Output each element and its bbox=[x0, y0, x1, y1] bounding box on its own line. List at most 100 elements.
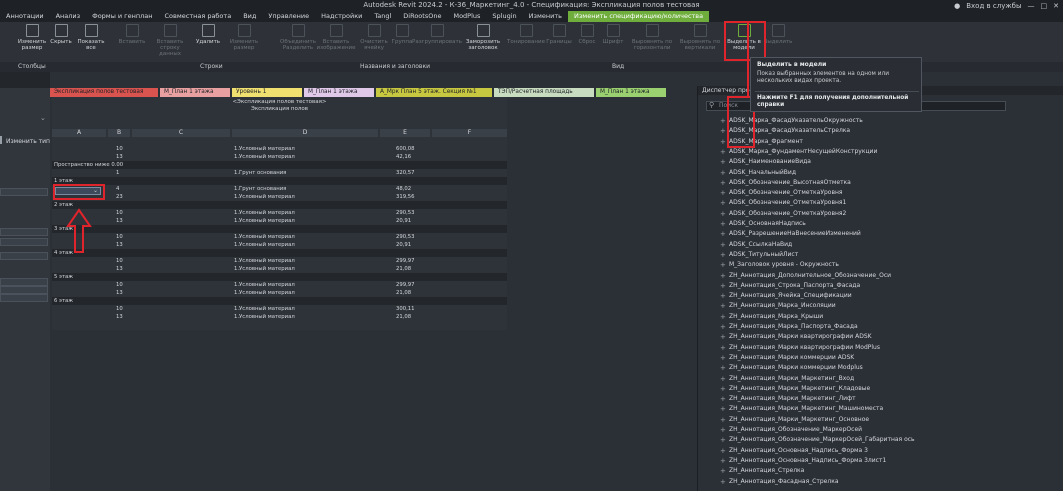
browser-item[interactable]: ZH_Аннотация_Стрелка bbox=[729, 466, 804, 476]
property-field[interactable] bbox=[0, 228, 48, 236]
hide-column-button[interactable]: Скрыть bbox=[48, 24, 74, 62]
expand-icon[interactable]: + bbox=[720, 291, 726, 301]
browser-item[interactable]: ZH_Аннотация_Марка_Крыши bbox=[729, 312, 823, 322]
table-row[interactable]: 13 1.Условный материал 42,16 bbox=[52, 153, 507, 161]
sign-in-button[interactable]: Вход в службы bbox=[966, 2, 1021, 10]
expand-icon[interactable]: + bbox=[720, 312, 726, 322]
edit-type-button[interactable]: Изменить тип bbox=[6, 138, 50, 145]
expand-icon[interactable]: + bbox=[720, 415, 726, 425]
table-row[interactable]: 10 1.Условный материал 290,53 bbox=[52, 233, 507, 241]
browser-item[interactable]: ZH_Аннотация_Марки квартирографии ADSK bbox=[729, 332, 872, 342]
browser-item[interactable]: ADSK_РазрешениеНаВнесениеИзменений bbox=[729, 229, 861, 239]
tab-level-1[interactable]: Уровень 1 bbox=[232, 88, 302, 97]
table-row[interactable]: 10 1.Условный материал 299,97 bbox=[52, 257, 507, 265]
browser-item[interactable]: ZH_Аннотация_Марки_Маркетинг_Лифт bbox=[729, 394, 856, 404]
expand-icon[interactable]: + bbox=[720, 353, 726, 363]
unhide-all-button[interactable]: Показать все bbox=[76, 24, 106, 62]
delete-row-button[interactable]: Удалить bbox=[190, 24, 226, 62]
browser-item[interactable]: ZH_Аннотация_Обозначение_МаркерОсей_Габа… bbox=[729, 435, 915, 445]
expand-icon[interactable]: + bbox=[720, 260, 726, 270]
expand-icon[interactable]: + bbox=[720, 229, 726, 239]
browser-item[interactable]: ADSK_СсылкаНаВид bbox=[729, 240, 792, 250]
browser-item[interactable]: ZH_Аннотация_Марки_Маркетинг_Основное bbox=[729, 415, 869, 425]
font-button[interactable]: Шрифт bbox=[600, 24, 626, 62]
column-f-header[interactable]: F bbox=[432, 129, 507, 137]
resize-row-button[interactable]: Изменить размер bbox=[226, 24, 262, 62]
expand-icon[interactable]: + bbox=[720, 404, 726, 414]
expand-icon[interactable]: + bbox=[720, 137, 726, 147]
property-field[interactable] bbox=[0, 278, 48, 286]
browser-item[interactable]: ZH_Аннотация_Фасадная_Стрелка bbox=[729, 477, 839, 487]
expand-icon[interactable]: + bbox=[720, 374, 726, 384]
expand-icon[interactable]: + bbox=[720, 157, 726, 167]
expand-icon[interactable]: + bbox=[720, 188, 726, 198]
menu-splugin[interactable]: Splugin bbox=[486, 11, 522, 22]
browser-item[interactable]: ADSK_ОсновнаяНадпись bbox=[729, 219, 806, 229]
tab-schedule[interactable]: Экспликация полов тестовая bbox=[50, 88, 158, 97]
expand-icon[interactable]: + bbox=[720, 384, 726, 394]
table-row[interactable]: 10 1.Условный материал 299,97 bbox=[52, 281, 507, 289]
table-row[interactable]: 4 1.Грунт основания 48,02 bbox=[52, 185, 507, 193]
expand-icon[interactable]: + bbox=[720, 466, 726, 476]
expand-icon[interactable]: + bbox=[720, 209, 726, 219]
table-row[interactable]: 13 1.Условный материал 21,08 bbox=[52, 313, 507, 321]
menu-diroots[interactable]: DiRootsOne bbox=[397, 11, 447, 22]
browser-item[interactable]: ADSK_Обозначение_ВысотнаяОтметка bbox=[729, 178, 851, 188]
table-row[interactable]: 1 1.Грунт основания 320,57 bbox=[52, 169, 507, 177]
browser-item[interactable]: ZH_Аннотация_Марка_Паспорта_Фасада bbox=[729, 322, 858, 332]
minimize-icon[interactable]: — bbox=[1028, 2, 1035, 10]
expand-icon[interactable]: + bbox=[720, 301, 726, 311]
cell-dropdown[interactable]: ⌄ bbox=[55, 187, 101, 195]
resize-column-button[interactable]: Изменить размер bbox=[14, 24, 50, 62]
table-row[interactable]: 10 1.Условный материал 300,11 bbox=[52, 305, 507, 313]
reset-button[interactable]: Сброс bbox=[574, 24, 600, 62]
browser-item[interactable]: ADSK_НачальныйВид bbox=[729, 168, 796, 178]
column-e-header[interactable]: E bbox=[380, 129, 430, 137]
table-row[interactable]: 10 1.Условный материал 600,08 bbox=[52, 145, 507, 153]
tab-plan-3[interactable]: М_План 1 этажа bbox=[596, 88, 666, 97]
close-icon[interactable]: ✕ bbox=[1053, 2, 1059, 10]
browser-item[interactable]: ADSK_ТитульныйЛист bbox=[729, 250, 798, 260]
expand-icon[interactable]: + bbox=[720, 446, 726, 456]
table-row[interactable]: 23 1.Условный материал 319,56 bbox=[52, 193, 507, 201]
expand-icon[interactable]: + bbox=[720, 425, 726, 435]
column-a-header[interactable]: A bbox=[52, 129, 106, 137]
tab-plan-2[interactable]: М_План 1 этажа bbox=[304, 88, 374, 97]
browser-item[interactable]: M_Заголовок уровня - Окружность bbox=[729, 260, 839, 270]
align-horizontal-button[interactable]: Выровнять по горизонтали bbox=[630, 24, 674, 62]
browser-item[interactable]: ZH_Аннотация_Марки коммерции Modplus bbox=[729, 363, 863, 373]
property-field[interactable] bbox=[0, 188, 48, 196]
table-row[interactable]: 13 1.Условный материал 21,08 bbox=[52, 289, 507, 297]
column-b-header[interactable]: B bbox=[108, 129, 130, 137]
expand-icon[interactable]: + bbox=[720, 198, 726, 208]
table-row[interactable]: 10 1.Условный материал 290,53 bbox=[52, 209, 507, 217]
expand-icon[interactable]: + bbox=[720, 116, 726, 126]
insert-data-row-button[interactable]: Вставить строку данных bbox=[152, 24, 188, 62]
freeze-header-button[interactable]: Заморозить заголовок bbox=[462, 24, 504, 62]
insert-row-button[interactable]: Вставить bbox=[114, 24, 150, 62]
expand-icon[interactable]: + bbox=[720, 271, 726, 281]
align-vertical-button[interactable]: Выровнять по вертикали bbox=[678, 24, 722, 62]
expand-icon[interactable]: + bbox=[720, 240, 726, 250]
menu-view[interactable]: Вид bbox=[237, 11, 262, 22]
property-field[interactable] bbox=[0, 252, 48, 260]
user-icon[interactable]: ● bbox=[954, 2, 960, 10]
browser-item[interactable]: ZH_Аннотация_Марки квартирографии ModPlu… bbox=[729, 343, 880, 353]
property-field[interactable] bbox=[0, 286, 48, 294]
browser-item[interactable]: ZH_Аннотация_Марка_Инсоляции bbox=[729, 301, 836, 311]
table-row[interactable]: 4 этаж bbox=[52, 249, 507, 257]
menu-massing[interactable]: Формы и генплан bbox=[86, 11, 158, 22]
table-row[interactable]: 13 1.Условный материал 20,91 bbox=[52, 217, 507, 225]
menu-annotations[interactable]: Аннотации bbox=[0, 11, 50, 22]
menu-tangl[interactable]: Tangl bbox=[368, 11, 397, 22]
property-field[interactable] bbox=[0, 294, 48, 302]
expand-icon[interactable]: + bbox=[720, 343, 726, 353]
expand-icon[interactable]: + bbox=[720, 126, 726, 136]
expand-icon[interactable]: + bbox=[720, 332, 726, 342]
menu-modplus[interactable]: ModPlus bbox=[447, 11, 486, 22]
menu-modify-schedule[interactable]: Изменить спецификацию/количества bbox=[567, 11, 710, 22]
browser-item[interactable]: ZH_Аннотация_Марки_Маркетинг_Вход bbox=[729, 374, 854, 384]
browser-item[interactable]: ADSK_НаименованиеВида bbox=[729, 157, 811, 167]
borders-button[interactable]: Границы bbox=[544, 24, 574, 62]
menu-collaborate[interactable]: Совместная работа bbox=[159, 11, 238, 22]
